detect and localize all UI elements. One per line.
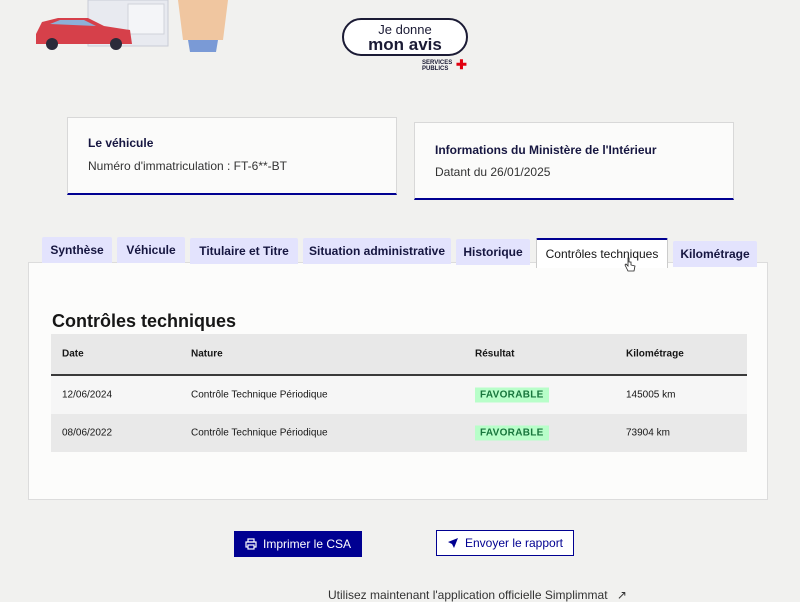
header-date: Date	[62, 348, 84, 360]
controls-table: Date Nature Résultat Kilométrage 12/06/2…	[51, 334, 747, 452]
table-header: Date Nature Résultat Kilométrage	[51, 334, 747, 376]
send-icon	[447, 538, 458, 548]
tab-situation-administrative[interactable]: Situation administrative	[303, 238, 451, 264]
plate-number: Numéro d'immatriculation : FT-6**-BT	[88, 159, 288, 173]
tab-synthese[interactable]: Synthèse	[42, 237, 112, 263]
print-csa-label: Imprimer le CSA	[262, 537, 351, 551]
row-km: 73904 km	[626, 427, 670, 439]
vehicle-card-title: Le véhicule	[88, 136, 154, 150]
plus-icon: ✚	[456, 57, 467, 72]
tab-titulaire[interactable]: Titulaire et Titre	[190, 238, 298, 264]
print-csa-button[interactable]: Imprimer le CSA	[234, 531, 362, 557]
row-km: 145005 km	[626, 389, 676, 401]
services-publics-logo: SERVICES PUBLICS ✚	[422, 57, 467, 72]
tab-controles-techniques[interactable]: Contrôles techniques	[536, 238, 668, 268]
feedback-button[interactable]: Je donne mon avis	[342, 18, 468, 56]
send-report-button[interactable]: Envoyer le rapport	[436, 530, 574, 556]
row-nature: Contrôle Technique Périodique	[191, 389, 328, 401]
table-row: 08/06/2022 Contrôle Technique Périodique…	[51, 414, 747, 452]
row-date: 08/06/2022	[62, 427, 113, 439]
tab-historique[interactable]: Historique	[456, 239, 530, 265]
status-badge: FAVORABLE	[475, 425, 549, 441]
tab-kilometrage[interactable]: Kilométrage	[673, 241, 757, 267]
header-illustration	[28, 0, 238, 52]
vehicle-card: Le véhicule Numéro d'immatriculation : F…	[67, 117, 397, 195]
ministry-info-card: Informations du Ministère de l'Intérieur…	[414, 122, 734, 200]
pointer-cursor-icon	[624, 257, 636, 278]
row-nature: Contrôle Technique Périodique	[191, 427, 328, 439]
header-nature: Nature	[191, 348, 223, 360]
header-km: Kilométrage	[626, 348, 684, 360]
printer-icon	[245, 538, 257, 550]
section-title: Contrôles techniques	[52, 311, 237, 331]
status-badge: FAVORABLE	[475, 387, 549, 403]
header-result: Résultat	[475, 348, 515, 360]
table-row: 12/06/2024 Contrôle Technique Périodique…	[51, 376, 747, 414]
ministry-info-date: Datant du 26/01/2025	[435, 165, 551, 179]
tab-bar: Synthèse Véhicule Titulaire et Titre Sit…	[42, 235, 762, 268]
send-report-label: Envoyer le rapport	[464, 536, 564, 550]
feedback-line2: mon avis	[368, 35, 442, 54]
row-date: 12/06/2024	[62, 389, 113, 401]
tab-vehicule[interactable]: Véhicule	[117, 237, 185, 263]
ministry-info-title: Informations du Ministère de l'Intérieur	[435, 143, 657, 157]
